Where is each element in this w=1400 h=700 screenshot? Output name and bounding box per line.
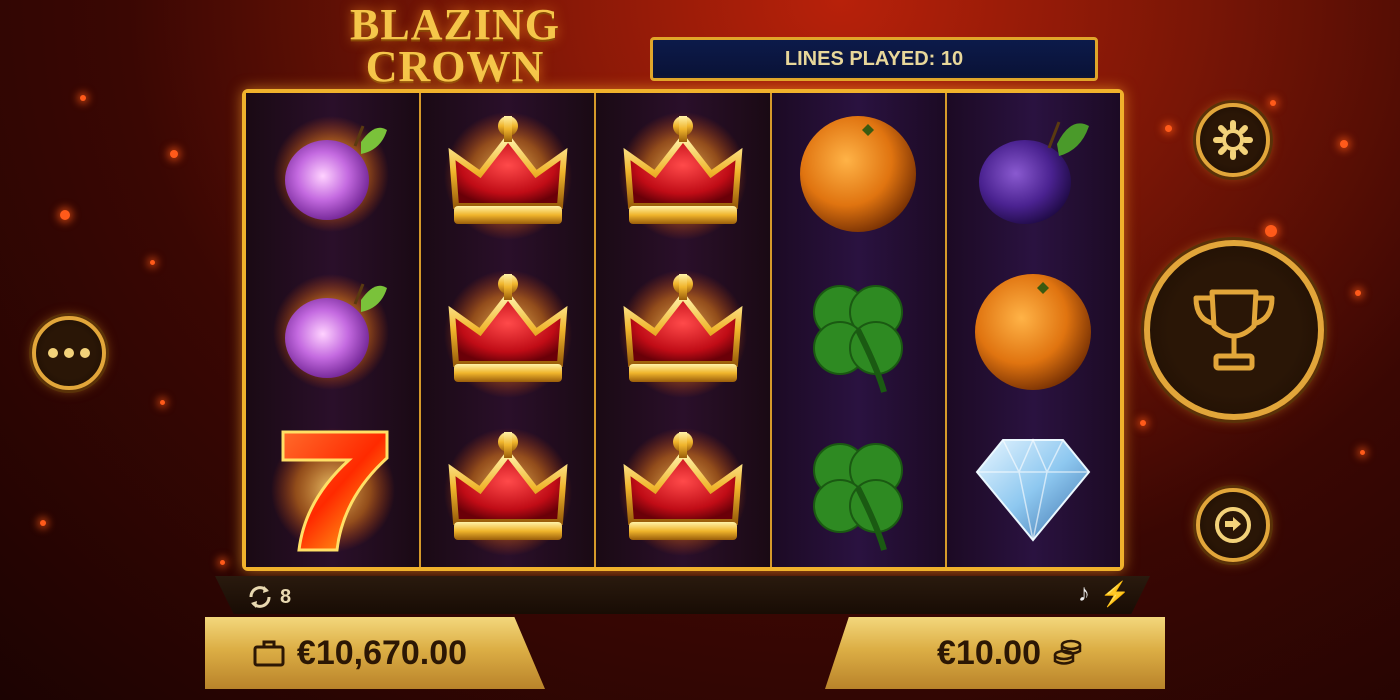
music-note-icon[interactable]: ♪: [1078, 580, 1090, 609]
crown-symbol: [608, 255, 758, 405]
autoplay-icon: [1215, 507, 1251, 543]
free-spins-counter: 8: [246, 583, 291, 611]
lines-played-bar: LINES PLAYED: 10: [650, 37, 1098, 81]
coins-icon: [1053, 639, 1082, 665]
clover-symbol: [783, 255, 933, 405]
orange-symbol: [783, 97, 933, 247]
crown-symbol: [608, 413, 758, 563]
diamond-symbol: [958, 413, 1108, 563]
balance-value: €10,670.00: [296, 633, 468, 672]
trophy-spin-button[interactable]: [1144, 240, 1324, 420]
lines-played-label: LINES PLAYED: 10: [784, 47, 964, 70]
crown-symbol: [433, 97, 583, 247]
balance-panel: €10,670.00: [205, 617, 545, 689]
free-spins-count: 8: [280, 585, 292, 608]
wallet-icon: [253, 640, 285, 667]
reel-1: [246, 93, 422, 567]
bet-panel[interactable]: €10.00: [825, 617, 1165, 689]
plum-fire-symbol: [258, 97, 408, 247]
bet-value: €10.00: [937, 633, 1041, 672]
reel-5: [946, 93, 1121, 567]
plum-fire-symbol: [258, 255, 408, 405]
logo-line-2: CROWN: [365, 42, 545, 91]
crown-symbol: [433, 255, 583, 405]
crown-symbol: [433, 413, 583, 563]
settings-button[interactable]: [1196, 103, 1270, 177]
orange-symbol: [958, 255, 1108, 405]
autoplay-button[interactable]: [1196, 488, 1270, 562]
info-strip: [215, 576, 1150, 614]
strip-icon-group: ♪ ⚡: [1078, 580, 1130, 609]
crown-symbol: [608, 97, 758, 247]
seven-fire-symbol: [258, 413, 408, 563]
clover-symbol: [783, 413, 933, 563]
more-menu-button[interactable]: [32, 316, 106, 390]
logo-line-1: BLAZING: [350, 0, 560, 49]
reel-2: [421, 93, 597, 567]
game-logo: BLAZING CROWN: [330, 0, 580, 91]
lightning-icon[interactable]: ⚡: [1100, 580, 1130, 609]
reel-4: [771, 93, 947, 567]
ellipsis-icon: [48, 348, 90, 358]
plum-symbol: [958, 97, 1108, 247]
reel-grid: [242, 89, 1124, 571]
reel-3: [596, 93, 772, 567]
gear-icon: [1213, 120, 1253, 160]
refresh-icon: [249, 586, 271, 608]
trophy-icon: [1193, 289, 1275, 371]
